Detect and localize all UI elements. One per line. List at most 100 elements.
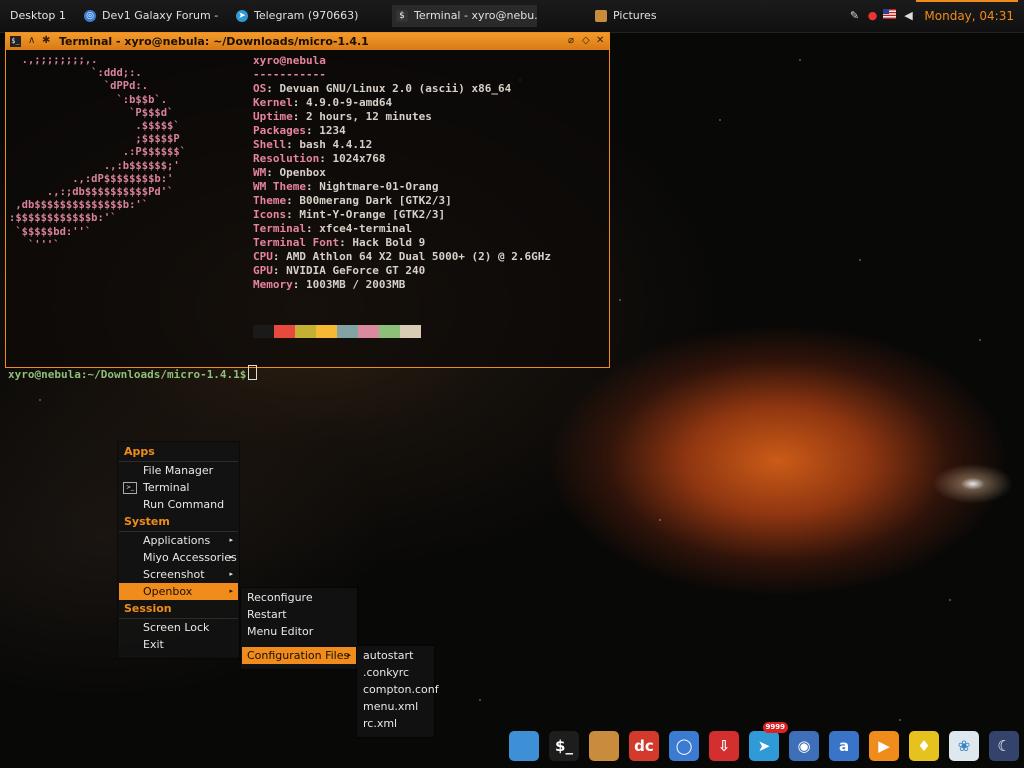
info-value: 1234 xyxy=(319,124,346,137)
terminal-icon[interactable]: $_ xyxy=(10,36,21,47)
info-value: 1003MB / 2003MB xyxy=(306,278,406,291)
task-label: Telegram (970663) xyxy=(254,9,359,22)
desktop-switcher[interactable]: Desktop 1 xyxy=(10,9,66,22)
games-icon[interactable]: ♦ xyxy=(909,731,939,761)
menu-item[interactable]: Screen Lock xyxy=(119,619,238,636)
menu-item-label: File Manager xyxy=(143,464,214,477)
config-file-item[interactable]: .conkyrc xyxy=(358,664,433,681)
config-file-item[interactable]: rc.xml xyxy=(358,715,433,732)
openbox-root-menu: Apps File Manager >_ Terminal Run Command Sys… xyxy=(118,442,239,658)
info-key: Theme xyxy=(253,194,287,207)
menu-item-label: Exit xyxy=(143,638,164,651)
close-icon[interactable]: ✕ xyxy=(596,35,604,46)
desktop-icon[interactable] xyxy=(509,731,539,761)
task-telegram[interactable]: ➤ Telegram (970663) xyxy=(232,5,382,27)
menu-item[interactable]: Run Command xyxy=(119,496,238,513)
color-swatch xyxy=(400,325,421,338)
info-colon: : xyxy=(286,208,300,221)
terminal-icon: $ xyxy=(396,10,408,22)
menu-item[interactable]: >_ Terminal xyxy=(119,479,238,496)
info-value: Nightmare-01-Orang xyxy=(319,180,439,193)
menu-item[interactable]: File Manager xyxy=(119,462,238,479)
info-value: Mint-Y-Orange [GTK2/3] xyxy=(299,208,446,221)
info-key: Resolution xyxy=(253,152,320,165)
menu-item[interactable]: Restart xyxy=(242,606,356,623)
info-row: Theme: B00merang Dark [GTK2/3] xyxy=(253,194,551,208)
night-icon[interactable]: ☾ xyxy=(989,731,1019,761)
color-palette xyxy=(253,325,421,338)
info-row: Memory: 1003MB / 2003MB xyxy=(253,278,551,292)
task-browser[interactable]: ◎ Dev1 Galaxy Forum - ... xyxy=(80,5,220,27)
color-swatch xyxy=(316,325,337,338)
info-key: GPU xyxy=(253,264,273,277)
network-icon[interactable]: ● xyxy=(866,9,879,22)
menu-item-label: Reconfigure xyxy=(247,591,313,604)
color-swatch xyxy=(358,325,379,338)
info-key: Shell xyxy=(253,138,287,151)
submenu-arrow-icon: ▸ xyxy=(347,651,351,659)
user-host: xyro@nebula xyxy=(253,54,326,67)
info-value: Hack Bold 9 xyxy=(352,236,426,249)
software-center-icon[interactable]: ⇩ xyxy=(709,731,739,761)
info-colon: : xyxy=(305,222,320,235)
info-key: WM Theme xyxy=(253,180,306,193)
us-flag-icon[interactable] xyxy=(883,9,896,22)
menu-item[interactable]: Menu Editor xyxy=(242,623,356,640)
config-file-item[interactable]: autostart xyxy=(358,647,433,664)
shell-prompt[interactable]: xyro@nebula:~/Downloads/micro-1.4.1$ xyxy=(8,365,258,381)
menu-item[interactable]: Reconfigure xyxy=(242,589,356,606)
info-colon: : xyxy=(272,250,287,263)
window-title: Terminal - xyro@nebula: ~/Downloads/micr… xyxy=(59,35,369,48)
task-pictures[interactable]: Pictures xyxy=(591,5,741,27)
plant-icon[interactable]: ❀ xyxy=(949,731,979,761)
a-icon[interactable]: a xyxy=(829,731,859,761)
telegram-icon: ➤ xyxy=(236,10,248,22)
menu-section-title: Session xyxy=(119,600,238,619)
menu-item[interactable]: Openbox ▸ xyxy=(119,583,238,600)
info-key: Terminal Font xyxy=(253,236,340,249)
info-key: OS xyxy=(253,82,267,95)
config-file-item[interactable]: compton.conf xyxy=(358,681,439,698)
clock[interactable]: Monday, 04:31 xyxy=(916,0,1018,32)
submenu-arrow-icon: ▸ xyxy=(229,553,233,561)
window-menu-icon[interactable]: ∧ xyxy=(28,35,35,46)
pin-icon[interactable]: ✱ xyxy=(42,35,50,46)
menu-item[interactable]: Screenshot ▸ xyxy=(119,566,238,583)
telegram-icon[interactable]: ➤ 9999 xyxy=(749,722,788,761)
menu-item[interactable]: Applications ▸ xyxy=(119,532,238,549)
menu-item-label: Terminal xyxy=(143,481,190,494)
info-colon: : xyxy=(286,138,300,151)
terminal-window[interactable]: $_ ∧ ✱ Terminal - xyro@nebula: ~/Downloa… xyxy=(5,32,610,381)
info-row: Packages: 1234 xyxy=(253,124,551,138)
terminal-content[interactable]: .,;;;;;;;;,. `:ddd;:. `dPPd:. `:b$$b`. `… xyxy=(6,50,609,381)
info-key: WM xyxy=(253,166,267,179)
terminal-icon[interactable]: $_ xyxy=(549,731,579,761)
notification-badge: 9999 xyxy=(762,722,788,733)
info-value: NVIDIA GeForce GT 240 xyxy=(286,264,426,277)
camera-icon[interactable]: ◉ xyxy=(789,731,819,761)
color-swatch xyxy=(379,325,400,338)
info-separator: ----------- xyxy=(253,68,326,81)
volume-icon[interactable]: ◀ xyxy=(902,9,915,22)
media-player-icon[interactable]: ▶ xyxy=(869,731,899,761)
info-row: Kernel: 4.9.0-9-amd64 xyxy=(253,96,551,110)
double-commander-icon[interactable]: dc xyxy=(629,731,659,761)
config-file-item[interactable]: menu.xml xyxy=(358,698,433,715)
menu-item[interactable]: Configuration Files ▸ xyxy=(242,647,356,664)
files-icon[interactable] xyxy=(589,731,619,761)
menu-section-title: Apps xyxy=(119,443,238,462)
maximize-icon[interactable]: ◇ xyxy=(582,35,590,46)
info-key: CPU xyxy=(253,250,273,263)
minimize-icon[interactable]: ⌀ xyxy=(568,35,574,46)
task-label: Pictures xyxy=(613,9,657,22)
terminal-titlebar[interactable]: $_ ∧ ✱ Terminal - xyro@nebula: ~/Downloa… xyxy=(6,33,609,50)
pipette-icon[interactable]: ✎ xyxy=(848,9,861,22)
menu-item[interactable]: Miyo Accessories ▸ xyxy=(119,549,238,566)
info-value: 2 hours, 12 minutes xyxy=(306,110,432,123)
menu-item[interactable]: Exit xyxy=(119,636,238,653)
info-value: bash 4.4.12 xyxy=(299,138,373,151)
task-terminal[interactable]: $ Terminal - xyro@nebu... xyxy=(392,5,537,27)
chromium-icon[interactable]: ◯ xyxy=(669,731,699,761)
info-colon: : xyxy=(292,96,306,109)
info-row: Terminal Font: Hack Bold 9 xyxy=(253,236,551,250)
